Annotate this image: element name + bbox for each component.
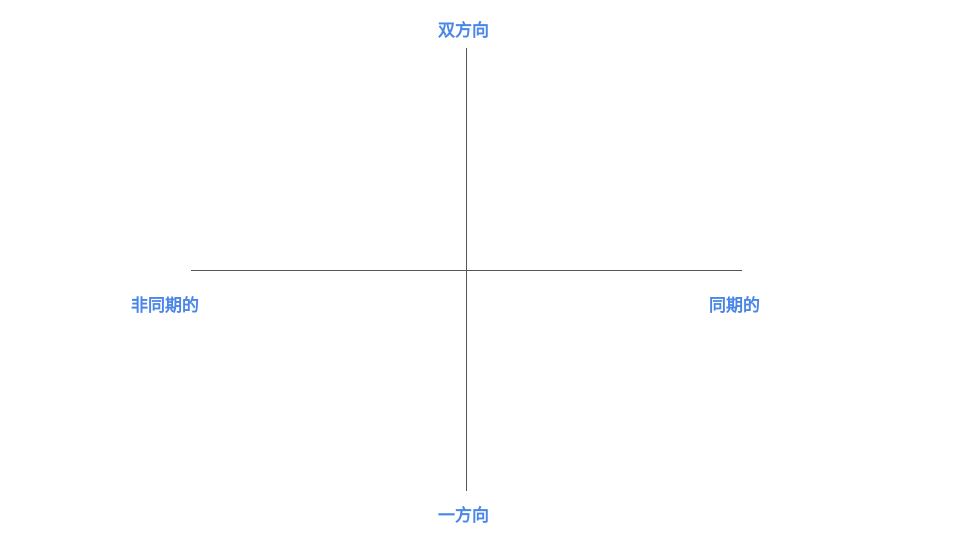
vertical-axis (466, 48, 467, 491)
label-synchronous: 同期的 (709, 296, 760, 316)
label-asynchronous: 非同期的 (131, 296, 199, 316)
label-unidirectional: 一方向 (438, 506, 489, 526)
label-bidirectional: 双方向 (438, 21, 489, 41)
